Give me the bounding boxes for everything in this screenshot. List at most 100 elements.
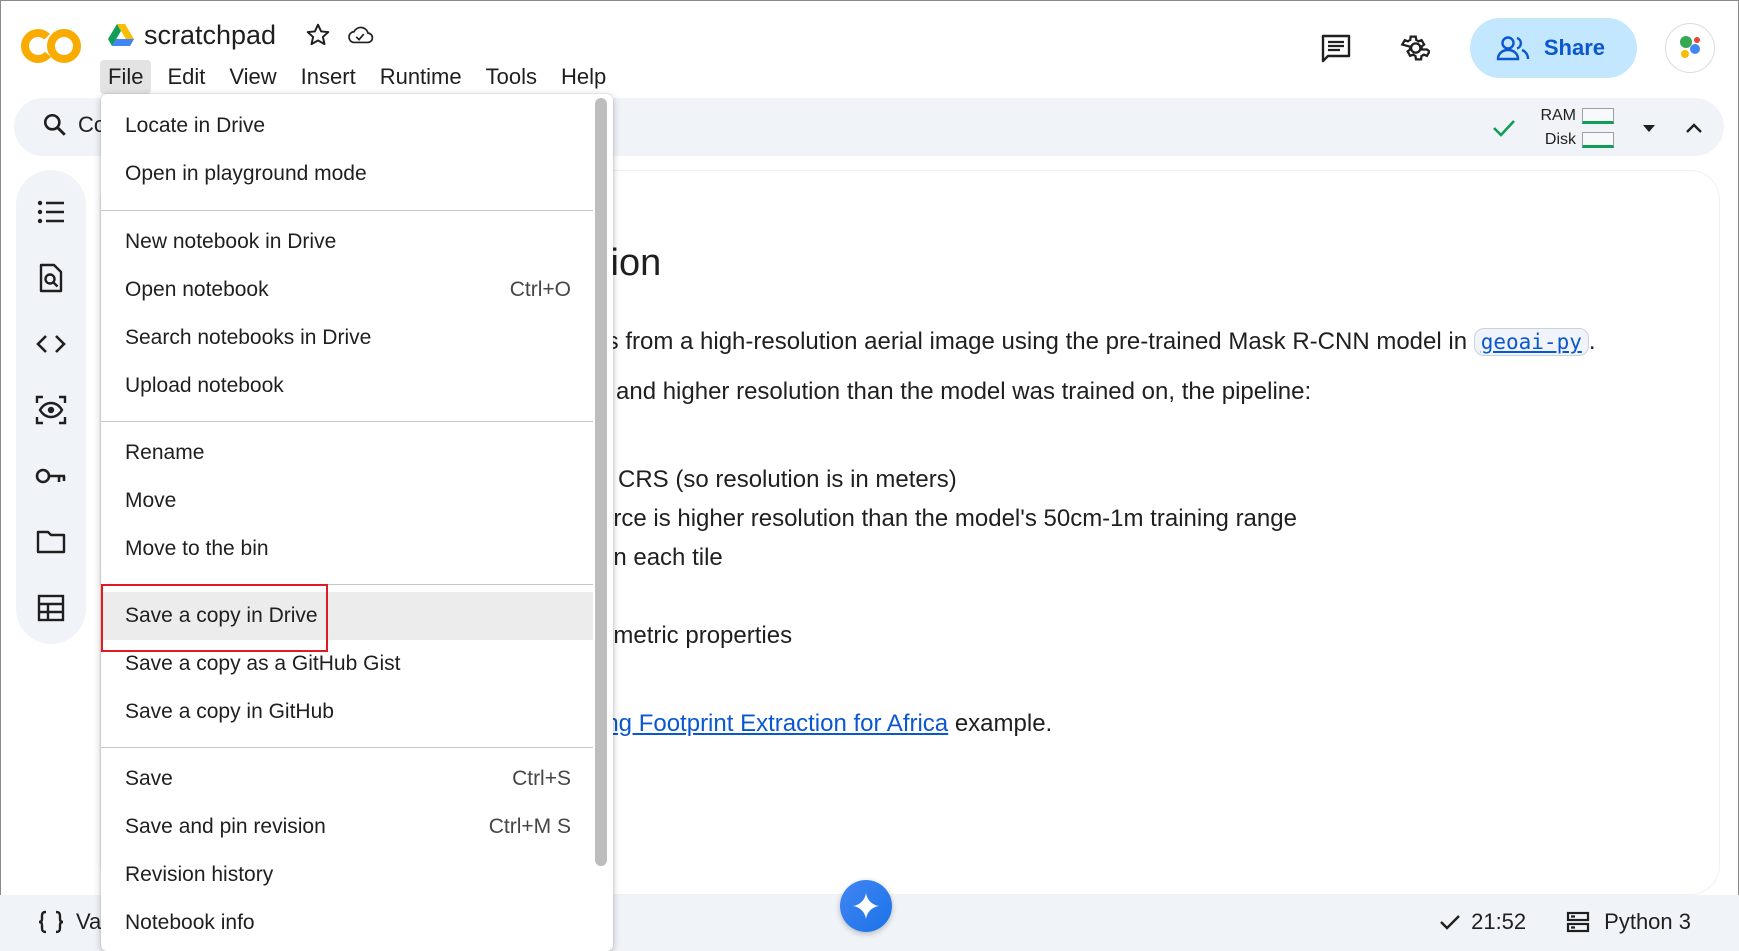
file-menu-dropdown: Locate in Drive Open in playground mode …: [101, 94, 613, 951]
colab-logo[interactable]: [20, 26, 82, 66]
menu-divider: [101, 747, 593, 748]
menubar: File Edit View Insert Runtime Tools Help: [100, 60, 622, 94]
menu-item-label: Move to the bin: [125, 537, 269, 560]
annotation-highlight-box: [101, 584, 328, 652]
disk-label: Disk: [1544, 131, 1576, 148]
menu-item-label: New notebook in Drive: [125, 230, 337, 253]
menu-item-label: Revision history: [125, 863, 274, 886]
menu-item-label: Locate in Drive: [125, 114, 266, 137]
people-icon: [1496, 36, 1530, 61]
code-snippets-icon[interactable]: [35, 328, 67, 360]
menu-item-label: Open in playground mode: [125, 162, 367, 185]
menu-open-notebook[interactable]: Open notebook Ctrl+O: [101, 266, 593, 314]
menu-shortcut: Ctrl+S: [512, 767, 571, 790]
menu-item-label: Save a copy in GitHub: [125, 700, 334, 723]
cell-line-6: ometric properties: [600, 622, 793, 649]
cell-line-1-end: .: [1588, 328, 1596, 355]
runtime-server-icon: [1567, 911, 1590, 933]
menu-scrollbar[interactable]: [595, 98, 607, 866]
curly-braces-icon: [38, 910, 64, 934]
cell-line-7: ing Footprint Extraction for Africa exam…: [600, 710, 1052, 738]
menu-new-notebook[interactable]: New notebook in Drive: [101, 218, 593, 266]
menu-item-label: Save: [125, 767, 173, 790]
files-folder-icon[interactable]: [35, 526, 67, 558]
menu-divider: [101, 210, 593, 211]
menu-shortcut: Ctrl+M S: [488, 815, 571, 838]
avatar[interactable]: [1665, 23, 1715, 73]
status-right: 21:52 Python 3: [1439, 909, 1691, 935]
menu-search-notebooks[interactable]: Search notebooks in Drive: [101, 314, 593, 362]
menu-item-label: Rename: [125, 441, 205, 464]
google-drive-icon[interactable]: [108, 23, 134, 47]
africa-footprint-link[interactable]: ing Footprint Extraction for Africa: [600, 710, 948, 737]
variables-label: Va: [76, 909, 102, 934]
menu-save-copy-github[interactable]: Save a copy in GitHub: [101, 688, 593, 736]
menu-runtime[interactable]: Runtime: [372, 60, 470, 94]
menu-tools[interactable]: Tools: [478, 60, 545, 94]
disk-usage-bar: [1582, 132, 1614, 148]
sparkle-icon: [853, 893, 879, 919]
menu-item-label: Move: [125, 489, 177, 512]
header-actions: Share: [1314, 18, 1715, 78]
menu-edit[interactable]: Edit: [159, 60, 213, 94]
cloud-saved-icon[interactable]: [346, 21, 374, 49]
cell-line-7-end: example.: [954, 710, 1053, 737]
menu-file[interactable]: File: [100, 60, 152, 94]
menu-item-label: Save a copy as a GitHub Gist: [125, 652, 401, 675]
runtime-status[interactable]: RAM Disk: [1492, 104, 1704, 152]
menu-upload-notebook[interactable]: Upload notebook: [101, 362, 593, 410]
cell-line-4: urce is higher resolution than the model…: [600, 505, 1297, 532]
cell-line-1: ts from a high-resolution aerial image u…: [600, 328, 1596, 356]
menu-save-pin-revision[interactable]: Save and pin revision Ctrl+M S: [101, 803, 593, 851]
find-in-page-icon[interactable]: [35, 262, 67, 294]
settings-gear-icon[interactable]: [1392, 26, 1436, 70]
cell-line-2: and higher resolution than the model was…: [616, 378, 1312, 405]
menu-item-label: Search notebooks in Drive: [125, 326, 372, 349]
share-label: Share: [1543, 35, 1605, 60]
menu-rename[interactable]: Rename: [101, 429, 593, 477]
runtime-type[interactable]: Python 3: [1604, 909, 1691, 935]
menu-item-label: Upload notebook: [125, 374, 284, 397]
menu-open-playground[interactable]: Open in playground mode: [101, 150, 593, 198]
notebook-title[interactable]: scratchpad: [144, 20, 276, 51]
menu-save[interactable]: Save Ctrl+S: [101, 755, 593, 803]
share-button[interactable]: Share: [1469, 18, 1637, 78]
star-icon[interactable]: [304, 21, 332, 49]
cell-line-5: on each tile: [600, 544, 723, 571]
connected-check-icon: [1493, 120, 1516, 137]
menu-revision-history[interactable]: Revision history: [101, 851, 593, 899]
secrets-key-icon[interactable]: [35, 460, 67, 492]
table-of-contents-icon[interactable]: [35, 196, 67, 228]
resource-bars: [1582, 108, 1614, 148]
comments-icon[interactable]: [1314, 26, 1358, 70]
search-icon: [43, 113, 66, 136]
command-search[interactable]: Co: [42, 112, 106, 138]
menu-move-to-bin[interactable]: Move to the bin: [101, 525, 593, 573]
menu-item-label: Save and pin revision: [125, 815, 326, 838]
menu-notebook-info[interactable]: Notebook info: [101, 899, 593, 947]
cell-line-3: CRS (so resolution is in meters): [618, 466, 957, 493]
menu-help[interactable]: Help: [553, 60, 614, 94]
variable-inspector-eye-icon[interactable]: [35, 394, 67, 426]
execution-check-icon: [1440, 915, 1460, 930]
cell-line-1-text: ts from a high-resolution aerial image u…: [600, 328, 1468, 355]
menu-insert[interactable]: Insert: [293, 60, 364, 94]
menu-item-label: Open notebook: [125, 278, 269, 301]
variables-button[interactable]: Va: [38, 909, 101, 935]
gemini-sparkle-button[interactable]: [840, 880, 892, 932]
menu-shortcut: Ctrl+O: [509, 278, 571, 301]
left-sidebar: [16, 170, 86, 644]
ram-usage-bar: [1582, 108, 1614, 124]
menu-item-label: Notebook info: [125, 911, 255, 934]
data-table-icon[interactable]: [35, 592, 67, 624]
menu-move[interactable]: Move: [101, 477, 593, 525]
chevron-up-icon[interactable]: [1684, 121, 1704, 135]
geoai-py-code-link[interactable]: geoai-py: [1473, 328, 1589, 356]
resource-labels: RAM Disk: [1540, 104, 1576, 152]
menu-view[interactable]: View: [221, 60, 284, 94]
menu-divider: [101, 421, 593, 422]
title-row: scratchpad: [108, 18, 388, 52]
dropdown-arrow-icon[interactable]: [1642, 123, 1656, 133]
execution-time[interactable]: 21:52: [1471, 909, 1526, 935]
menu-locate-in-drive[interactable]: Locate in Drive: [101, 102, 593, 150]
